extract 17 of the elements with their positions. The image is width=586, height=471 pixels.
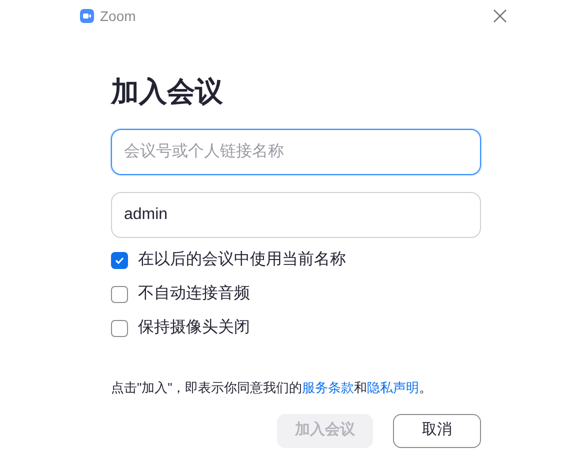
input-field[interactable]: 会议号或个人链接名称 [111, 129, 481, 175]
input-field[interactable]: admin [111, 192, 481, 238]
close-button[interactable] [492, 8, 508, 24]
dialog-heading: 加入会议 [111, 75, 224, 109]
checkbox[interactable] [111, 286, 128, 302]
checkmark-icon [114, 254, 125, 266]
cancel-button[interactable]: 取消 [393, 414, 481, 448]
camera-logo-icon [80, 9, 94, 23]
checkbox[interactable] [111, 320, 128, 336]
option-label: 保持摄像头关闭 [138, 318, 250, 338]
option-label: 不自动连接音频 [138, 284, 250, 304]
agreement-link[interactable]: 服务条款 [302, 380, 354, 395]
checkbox[interactable] [111, 252, 128, 268]
window-title: Zoom [100, 6, 136, 26]
agreement-link[interactable]: 隐私声明 [367, 380, 420, 395]
agreement-text: 点击"加入"，即表示你同意我们的服务条款和隐私声明。 [111, 379, 434, 397]
option-label: 在以后的会议中使用当前名称 [138, 250, 346, 270]
